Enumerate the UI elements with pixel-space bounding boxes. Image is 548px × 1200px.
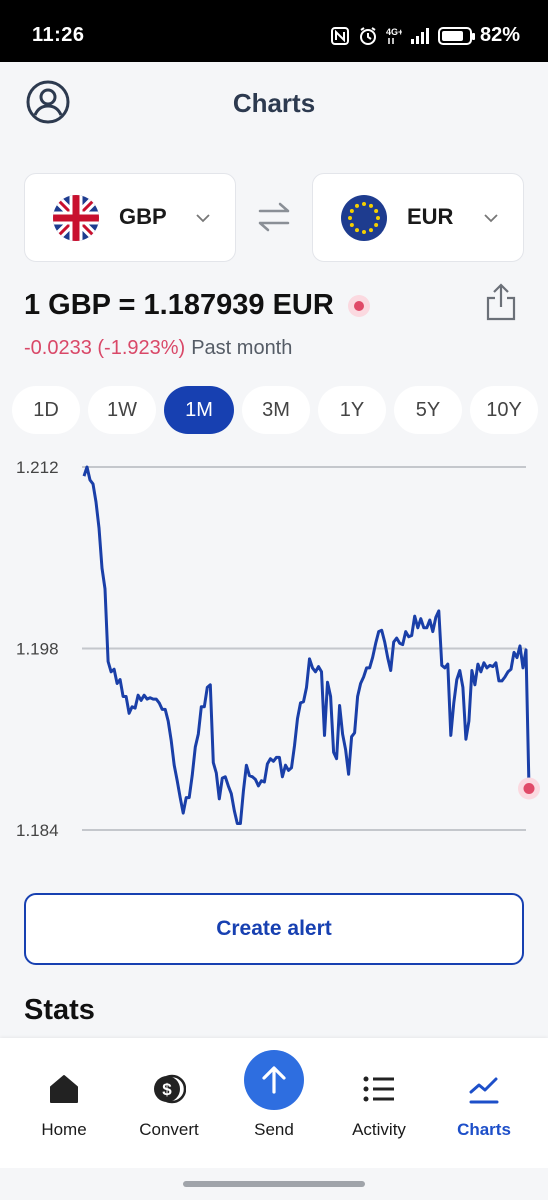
y-tick-label: 1.212 [16,458,59,477]
rate-change: -0.0233 (-1.923%) Past month [24,337,292,360]
range-tab-3m[interactable]: 3M [242,386,310,434]
nav-convert[interactable]: $ Convert [114,1038,224,1168]
range-tabs: 1D 1W 1M 3M 1Y 5Y 10Y [12,386,538,434]
range-tab-1y[interactable]: 1Y [318,386,386,434]
nav-activity[interactable]: Activity [324,1038,434,1168]
rate-chart[interactable]: 1.212 1.198 1.184 [0,440,548,860]
range-tab-10y[interactable]: 10Y [470,386,538,434]
rate-series-line [82,465,531,825]
home-indicator[interactable] [183,1181,365,1187]
home-icon [50,1075,78,1103]
rate-chart-svg: 1.212 1.198 1.184 [16,458,540,840]
send-arrow-icon [262,1066,286,1094]
svg-text:4G+: 4G+ [386,27,402,37]
live-indicator [347,294,370,317]
nav-activity-label: Activity [352,1120,406,1139]
eu-star [369,228,373,233]
chevron-down-icon [196,214,210,223]
eu-star [374,223,379,227]
alarm-icon [359,26,376,45]
battery-fill [441,30,464,41]
y-tick-label: 1.198 [16,640,59,659]
battery-percent: 82% [479,24,520,46]
network-4g-icon: 4G+ [386,27,402,44]
exchange-rate: 1 GBP = 1.187939 EUR [24,289,334,321]
eu-star [348,216,352,220]
share-icon[interactable] [484,282,518,322]
signal-icon [410,27,429,44]
eu-star [349,223,354,227]
eu-star [355,203,359,208]
status-time: 11:26 [32,24,85,46]
battery-icon [437,26,475,45]
uk-flag-icon [53,195,99,241]
range-tab-1w[interactable]: 1W [88,386,156,434]
nav-send[interactable]: Send [219,1038,329,1168]
from-currency-selector[interactable]: GBP [24,173,236,262]
send-button[interactable] [244,1050,304,1110]
nav-charts[interactable]: Charts [429,1038,539,1168]
eu-star [374,209,379,213]
to-currency-selector[interactable]: EUR [312,173,524,262]
nav-send-label: Send [254,1120,294,1139]
range-tab-1d[interactable]: 1D [12,386,80,434]
from-currency-code: GBP [119,204,167,229]
page-title: Charts [232,88,316,118]
nav-charts-label: Charts [457,1120,511,1139]
range-tab-5y[interactable]: 5Y [394,386,462,434]
eu-flag-icon [341,195,387,241]
y-tick-label: 1.184 [16,821,59,840]
swap-arrows-icon[interactable] [256,200,292,234]
latest-point-marker [523,783,535,795]
nav-convert-label: Convert [139,1120,199,1139]
chevron-down-icon [484,214,498,223]
charts-icon [469,1077,499,1104]
stats-heading: Stats [24,994,95,1026]
status-bar: 11:26 4G+ 82% [0,0,548,62]
convert-icon: $ [154,1074,186,1104]
rate-line: 1 GBP = 1.187939 EUR [24,289,370,322]
to-currency-code: EUR [407,204,454,229]
eu-star [349,209,354,213]
status-icons: 4G+ 82% [330,24,520,47]
nfc-icon [330,26,349,45]
nav-home-label: Home [41,1120,87,1139]
nav-home[interactable]: Home [9,1038,119,1168]
change-period: Past month [191,337,293,359]
eu-star [362,230,366,234]
activity-list-icon [363,1076,394,1102]
eu-star [369,203,373,208]
bottom-nav: Home $ Convert Send Activity Charts [0,1038,548,1168]
gesture-bar [0,1168,548,1200]
eu-star [376,216,380,220]
svg-text:$: $ [162,1080,172,1099]
header: Charts [0,62,548,142]
range-tab-1m[interactable]: 1M [164,386,234,434]
create-alert-button[interactable]: Create alert [24,893,524,965]
eu-star [355,228,359,233]
change-value: -0.0233 (-1.923%) [24,337,186,359]
eu-star [362,202,366,206]
